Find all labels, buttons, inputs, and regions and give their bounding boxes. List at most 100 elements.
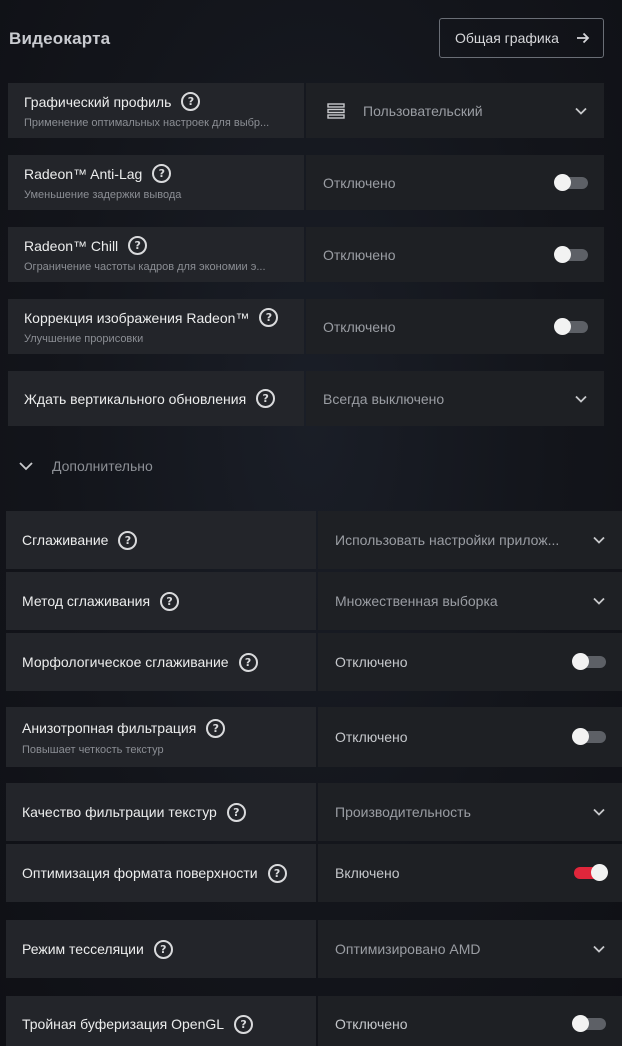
dropdown-value: Пользовательский <box>363 102 483 119</box>
toggle-knob <box>554 173 571 191</box>
overview-graphics-button[interactable]: Общая графика <box>439 18 604 58</box>
chevron-down-icon <box>19 462 33 471</box>
row-graphics-profile: Графический профиль? Применение оптималь… <box>8 83 604 138</box>
chill-toggle[interactable] <box>554 245 588 263</box>
row-label-panel: Radeon™ Chill? Ограничение частоты кадро… <box>8 227 304 282</box>
toggle-state-label: Отключено <box>335 654 408 670</box>
toggle-state-label: Отключено <box>335 729 408 745</box>
help-icon[interactable]: ? <box>128 236 148 255</box>
anti-aliasing-dropdown[interactable]: Использовать настройки прилож... <box>318 511 622 569</box>
dropdown-value: Оптимизировано AMD <box>335 941 481 957</box>
row-title: Тройная буферизация OpenGL <box>22 1016 225 1032</box>
row-value-panel: Отключено <box>318 996 622 1046</box>
dropdown-value: Всегда выключено <box>323 390 445 407</box>
help-icon[interactable]: ? <box>153 939 173 959</box>
anisotropic-filtering-toggle[interactable] <box>572 728 606 745</box>
tessellation-dropdown[interactable]: Оптимизировано AMD <box>318 920 622 978</box>
row-label-panel: Качество фильтрации текстур? <box>6 783 316 841</box>
row-anisotropic-filtering: Анизотропная фильтрация? Повышает четкос… <box>6 707 622 767</box>
row-image-sharpening: Коррекция изображения Radeon™? Улучшение… <box>8 299 604 354</box>
row-label-panel: Сглаживание? <box>6 511 316 569</box>
toggle-knob <box>554 245 571 263</box>
row-label-panel: Коррекция изображения Radeon™? Улучшение… <box>8 299 304 354</box>
help-icon[interactable]: ? <box>234 1014 254 1034</box>
toggle-state-label: Отключено <box>323 174 396 191</box>
toggle-state-label: Отключено <box>323 318 396 335</box>
help-icon[interactable]: ? <box>152 164 172 183</box>
row-title: Сглаживание <box>22 532 109 548</box>
advanced-section-toggle[interactable]: Дополнительно <box>18 458 153 474</box>
help-icon[interactable]: ? <box>181 92 201 111</box>
row-title: Режим тесселяции <box>22 941 144 957</box>
texture-filtering-dropdown[interactable]: Производительность <box>318 783 622 841</box>
row-value-panel: Отключено <box>306 155 604 210</box>
toggle-state-label: Отключено <box>323 246 396 263</box>
toggle-knob <box>572 728 589 745</box>
toggle-knob <box>572 653 589 670</box>
toggle-state-label: Отключено <box>335 1016 408 1032</box>
row-subtitle: Применение оптимальных настроек для выбр… <box>24 117 270 129</box>
row-label-panel: Ждать вертикального обновления? <box>8 371 304 426</box>
help-icon[interactable]: ? <box>206 718 226 738</box>
row-value-panel: Отключено <box>318 707 622 767</box>
chevron-down-icon <box>593 536 605 544</box>
chevron-down-icon <box>593 808 605 816</box>
toggle-state-label: Включено <box>335 865 400 881</box>
graphics-profile-dropdown[interactable]: Пользовательский <box>306 83 604 138</box>
toggle-knob <box>591 864 608 881</box>
row-chill: Radeon™ Chill? Ограничение частоты кадро… <box>8 227 604 282</box>
row-title: Анизотропная фильтрация <box>22 720 197 736</box>
chevron-down-icon <box>593 945 605 953</box>
row-title: Морфологическое сглаживание <box>22 654 229 670</box>
row-tessellation-mode: Режим тесселяции? Оптимизировано AMD <box>6 920 622 978</box>
row-anti-aliasing: Сглаживание? Использовать настройки прил… <box>6 511 622 569</box>
row-title: Качество фильтрации текстур <box>22 804 217 820</box>
vsync-dropdown[interactable]: Всегда выключено <box>306 371 604 426</box>
page-title: Видеокарта <box>9 29 111 48</box>
row-anti-lag: Radeon™ Anti-Lag? Уменьшение задержки вы… <box>8 155 604 210</box>
row-subtitle: Повышает четкость текстур <box>22 743 164 756</box>
row-label-panel: Режим тесселяции? <box>6 920 316 978</box>
row-subtitle: Ограничение частоты кадров для экономии … <box>24 261 266 273</box>
row-title: Ждать вертикального обновления <box>24 390 247 407</box>
row-subtitle: Улучшение прорисовки <box>24 333 144 345</box>
row-value-panel: Включено <box>318 844 622 902</box>
row-morphological-aa: Морфологическое сглаживание? Отключено <box>6 633 622 691</box>
dropdown-value: Производительность <box>335 804 471 820</box>
image-sharpening-toggle[interactable] <box>554 317 588 335</box>
row-label-panel: Тройная буферизация OpenGL? <box>6 996 316 1046</box>
row-title: Графический профиль <box>24 93 172 110</box>
help-icon[interactable]: ? <box>267 863 287 883</box>
anti-aliasing-method-dropdown[interactable]: Множественная выборка <box>318 572 622 630</box>
row-label-panel: Анизотропная фильтрация? Повышает четкос… <box>6 707 316 767</box>
help-icon[interactable]: ? <box>118 530 138 550</box>
row-surface-format-optimization: Оптимизация формата поверхности? Включен… <box>6 844 622 902</box>
morphological-aa-toggle[interactable] <box>572 653 606 670</box>
row-label-panel: Radeon™ Anti-Lag? Уменьшение задержки вы… <box>8 155 304 210</box>
opengl-triple-buffering-toggle[interactable] <box>572 1015 606 1032</box>
row-subtitle: Уменьшение задержки вывода <box>24 189 182 201</box>
row-anti-aliasing-method: Метод сглаживания? Множественная выборка <box>6 572 622 630</box>
row-label-panel: Графический профиль? Применение оптималь… <box>8 83 304 138</box>
row-value-panel: Отключено <box>306 227 604 282</box>
chevron-down-icon <box>575 395 587 403</box>
row-label-panel: Оптимизация формата поверхности? <box>6 844 316 902</box>
help-icon[interactable]: ? <box>256 389 276 408</box>
surface-format-toggle[interactable] <box>574 864 608 881</box>
row-title: Radeon™ Anti-Lag <box>24 165 143 182</box>
row-label-panel: Метод сглаживания? <box>6 572 316 630</box>
help-icon[interactable]: ? <box>226 802 246 822</box>
toggle-knob <box>554 317 571 335</box>
help-icon[interactable]: ? <box>238 652 258 672</box>
help-icon[interactable]: ? <box>259 308 279 327</box>
chevron-down-icon <box>575 107 587 115</box>
toggle-knob <box>572 1015 589 1032</box>
row-opengl-triple-buffering: Тройная буферизация OpenGL? Отключено <box>6 996 622 1046</box>
arrow-right-icon <box>577 32 590 44</box>
help-icon[interactable]: ? <box>160 591 180 611</box>
row-value-panel: Отключено <box>306 299 604 354</box>
row-label-panel: Морфологическое сглаживание? <box>6 633 316 691</box>
row-title: Оптимизация формата поверхности <box>22 865 258 881</box>
overview-graphics-label: Общая графика <box>455 30 559 46</box>
anti-lag-toggle[interactable] <box>554 173 588 191</box>
